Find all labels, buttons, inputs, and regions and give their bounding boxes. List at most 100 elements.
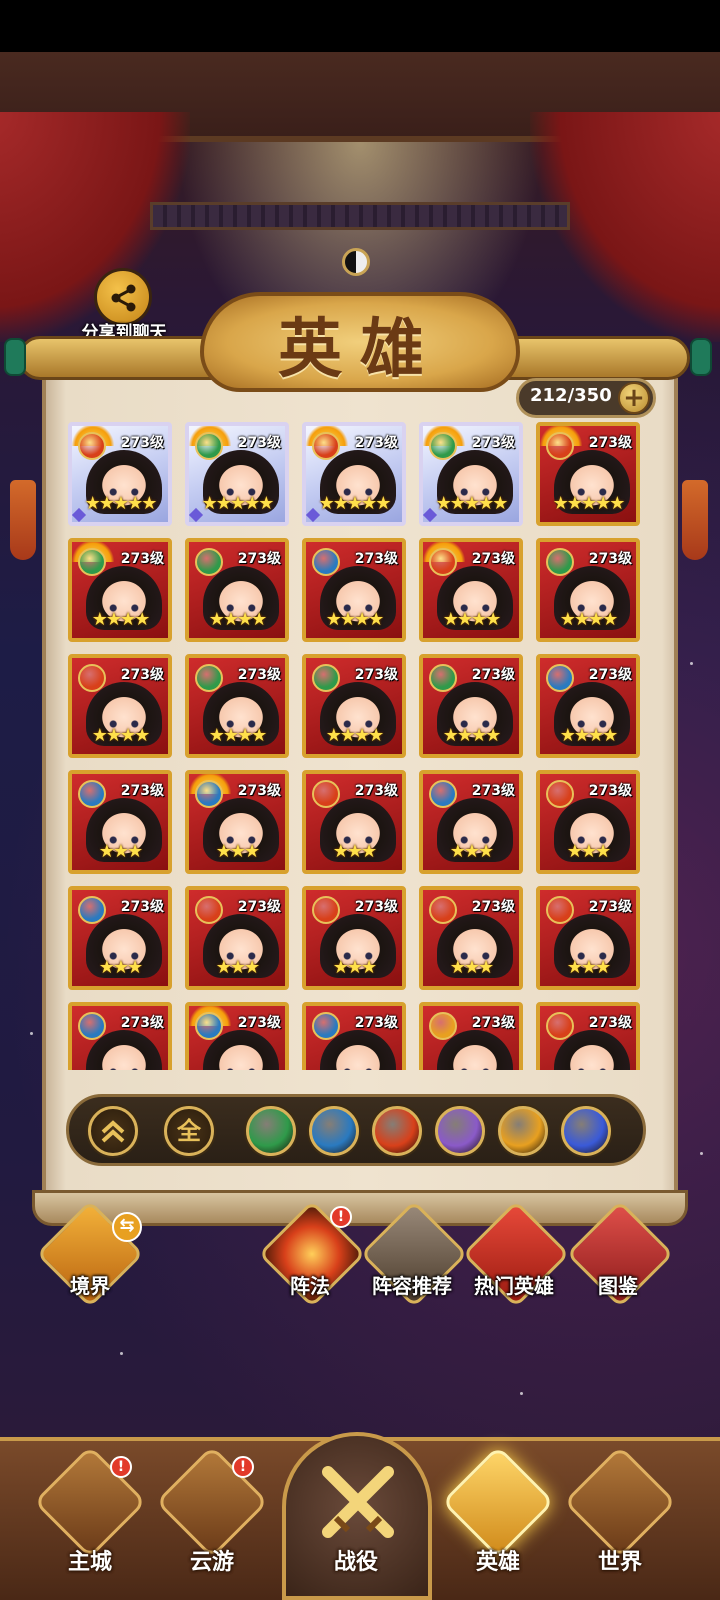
hero-stars: ★★★ [332,957,377,978]
hero-card[interactable]: 273级 ★★★★ [419,538,523,642]
chevron-up-icon [101,1120,125,1143]
hero-card[interactable]: 273级 ★★★★ [419,654,523,758]
hero-level: 273级 [354,783,398,799]
tassel-left-decoration [10,480,36,560]
hero-card[interactable]: 273级 ★★★★ [68,538,172,642]
wood-element-icon [429,432,457,460]
filter-fire-button[interactable] [372,1106,422,1156]
hero-stars: ★★★★★ [435,493,509,514]
fire-element-icon [546,896,574,924]
water-element-icon [312,548,340,576]
nav-label: 世界 [597,1550,642,1575]
share-icon [111,284,136,312]
hero-card[interactable]: 273级 ★★★ [536,770,640,874]
hero-eyes [106,1068,142,1070]
hero-card[interactable]: 273级 ★★★★★ [302,422,406,526]
nav-item-4[interactable]: 世界 [560,1445,680,1600]
water-element-icon [546,664,574,692]
hero-card[interactable]: 273级 ★★★★★ [185,422,289,526]
scroll-rod-end-right [690,338,712,376]
hero-card[interactable]: 273级 ★★★★★ [68,422,172,526]
hero-card[interactable]: 273级 ★★★ [185,770,289,874]
nav-item-1[interactable]: 云游! [152,1445,272,1600]
hero-card[interactable]: 273级 ★★★ [302,770,406,874]
hero-level: 273级 [588,667,632,683]
hero-card[interactable]: 273级 ★★★ [536,886,640,990]
filter-water-button[interactable] [309,1106,359,1156]
hero-stars: ★★★ [215,957,260,978]
expand-slots-button[interactable]: + [618,382,650,414]
hero-level: 273级 [471,551,515,567]
filter-light-button[interactable] [498,1106,548,1156]
hero-card[interactable]: 273级 [419,1002,523,1070]
water-element-icon [78,780,106,808]
hero-level: 273级 [120,899,164,915]
status-bar [0,0,720,52]
star-decoration [700,1152,703,1155]
hero-level: 273级 [237,783,281,799]
hero-card[interactable]: 273级 ★★★★ [302,538,406,642]
hero-eyes [223,1068,259,1070]
nav-item-0[interactable]: 主城! [30,1445,150,1600]
hero-card[interactable]: 273级 [185,1002,289,1070]
star-decoration [30,1032,33,1035]
hero-level: 273级 [471,899,515,915]
hero-card[interactable]: 273级 ★★★ [302,886,406,990]
hero-card[interactable]: 273级 ★★★★★ [419,422,523,526]
hero-stars: ★★★★ [442,609,502,630]
crossed-swords-icon [322,1466,394,1538]
nav-item-3[interactable]: 英雄 [438,1445,558,1600]
hero-card[interactable]: 273级 ★★★★ [68,654,172,758]
hero-card[interactable]: 273级 ★★★★ [185,538,289,642]
water-element-icon [312,1012,340,1040]
hero-card[interactable]: 273级 ★★★★★ [536,422,640,526]
hero-level: 273级 [120,1015,164,1031]
hero-card[interactable]: 273级 ★★★ [68,886,172,990]
filter-wood-button[interactable] [246,1106,296,1156]
hero-stars: ★★★★ [325,609,385,630]
hero-level: 273级 [354,667,398,683]
hero-level: 273级 [471,783,515,799]
hero-level: 273级 [120,783,164,799]
hero-level: 273级 [588,435,632,451]
fire-element-icon [78,432,106,460]
light-element-icon [429,1012,457,1040]
hero-card[interactable]: 273级 ★★★★ [536,538,640,642]
hero-level: 273级 [120,551,164,567]
hero-card[interactable]: 273级 ★★★ [68,770,172,874]
hero-card[interactable]: 273级 [536,1002,640,1070]
hero-level: 273级 [588,1015,632,1031]
hero-grid[interactable]: 273级 ★★★★★ 273级 ★★★★★ 273级 ★★★★★ 273级 ★★★★★ 273级… [62,420,658,1070]
fire-element-icon [546,432,574,460]
formation-alert-badge: ! [330,1206,352,1228]
filter-all-button[interactable]: 全 [164,1106,214,1156]
codex-label: 图鉴 [598,1274,638,1298]
fire-element-icon [546,1012,574,1040]
hero-stars: ★★★★ [325,725,385,746]
mountain-icon [563,1445,677,1559]
filter-void-button[interactable] [561,1106,611,1156]
hero-eyes [574,1068,610,1070]
fire-element-icon [312,432,340,460]
fire-element-icon [312,780,340,808]
wood-element-icon [546,548,574,576]
hero-level: 273级 [471,1015,515,1031]
fire-element-icon [312,896,340,924]
hero-card[interactable]: 273级 ★★★ [419,886,523,990]
hero-level: 273级 [120,435,164,451]
hero-card[interactable]: 273级 ★★★★ [302,654,406,758]
hero-card[interactable]: 273级 ★★★★ [185,654,289,758]
nav-label: 云游 [189,1550,234,1575]
hero-card[interactable]: 273级 ★★★ [419,770,523,874]
hero-count: 212/350 [530,385,612,406]
collapse-filter-button[interactable] [88,1106,138,1156]
hero-level: 273级 [354,551,398,567]
hero-card[interactable]: 273级 [68,1002,172,1070]
hero-card[interactable]: 273级 ★★★ [185,886,289,990]
water-element-icon [195,780,223,808]
nav-alert-badge: ! [110,1456,132,1478]
hero-card[interactable]: 273级 [302,1002,406,1070]
filter-dark-button[interactable] [435,1106,485,1156]
hero-card[interactable]: 273级 ★★★★ [536,654,640,758]
hero-level: 273级 [237,435,281,451]
